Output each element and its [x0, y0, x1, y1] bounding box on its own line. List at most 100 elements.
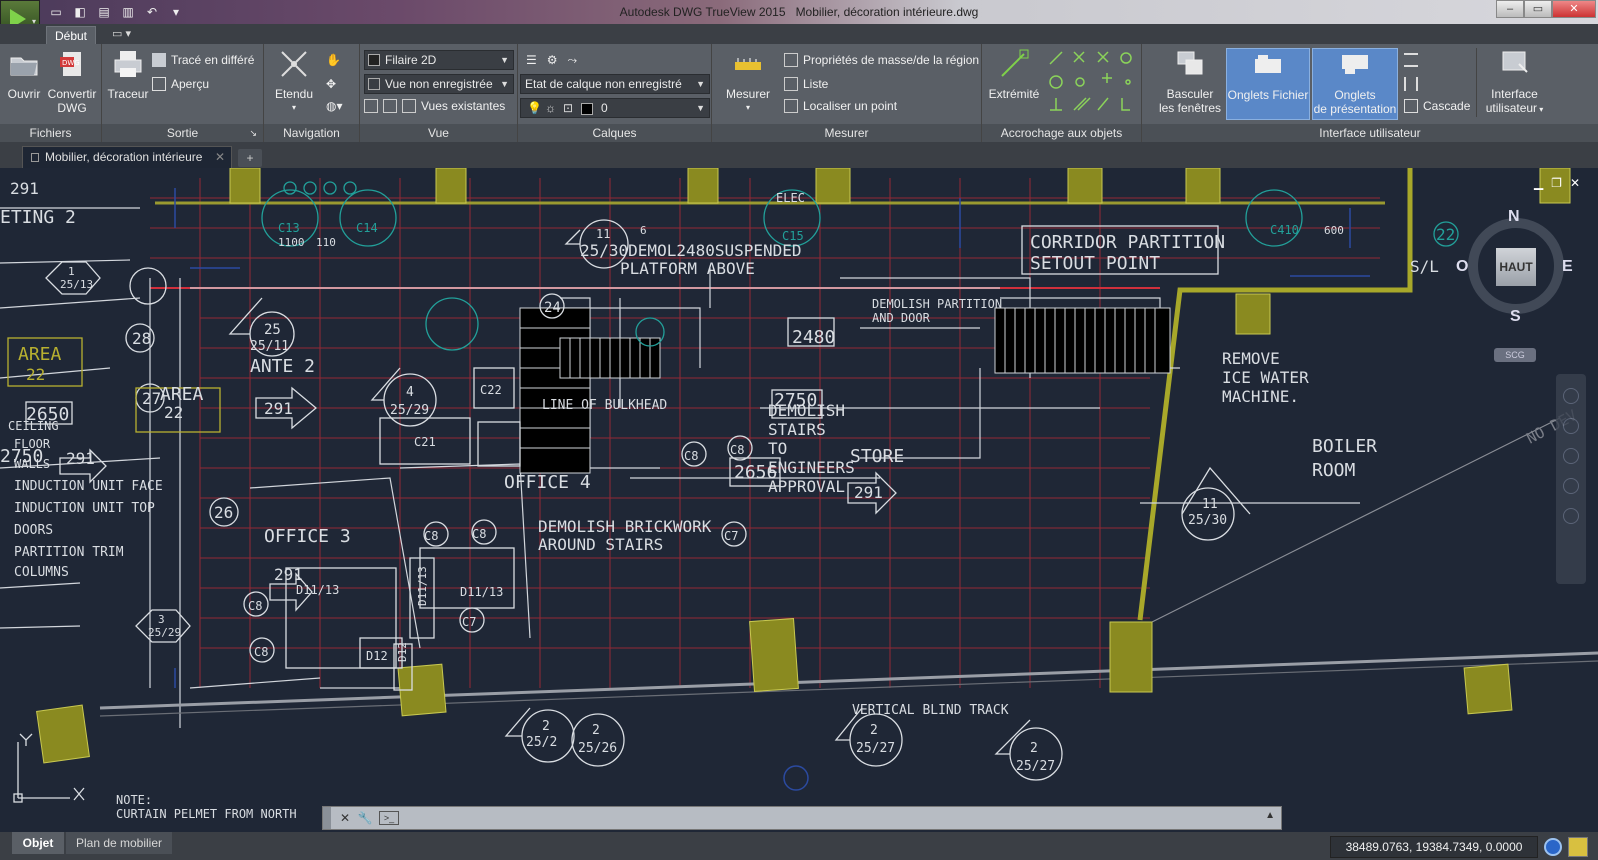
convertir-dwg-button[interactable]: DWG Convertir DWG: [44, 48, 100, 115]
ouvrir-button[interactable]: Ouvrir: [4, 48, 44, 101]
compass-south[interactable]: S: [1510, 308, 1521, 326]
extremite-label: Extrémité: [988, 87, 1040, 101]
label-area-b: AREA: [160, 384, 204, 405]
zoom-icon[interactable]: [1563, 448, 1579, 464]
basculer-fenetres-button[interactable]: Basculer les fenêtres: [1156, 48, 1224, 115]
command-line-grip[interactable]: [323, 807, 331, 829]
compass-north[interactable]: N: [1508, 208, 1520, 226]
document-tab[interactable]: Mobilier, décoration intérieure ✕: [22, 146, 232, 168]
viewcube-face-top[interactable]: HAUT: [1496, 248, 1536, 286]
maximize-button[interactable]: ▭: [1524, 0, 1552, 18]
new-tab-button[interactable]: +: [238, 149, 262, 167]
wcs-menu[interactable]: SCG: [1494, 348, 1536, 362]
communication-center-icon[interactable]: [1544, 838, 1562, 856]
current-layer-dropdown[interactable]: 💡 ☼ ⊡ 0 ▼: [520, 98, 710, 118]
open-icon[interactable]: ▭: [46, 3, 66, 21]
customize-wrench-icon[interactable]: 🔧: [357, 810, 373, 826]
trace-differe-button[interactable]: Tracé en différé: [152, 50, 254, 70]
layout-tab-model[interactable]: Objet: [12, 832, 64, 854]
named-view-dropdown[interactable]: Vue non enregistrée ▼: [364, 74, 514, 94]
convert-icon[interactable]: ◧: [70, 3, 90, 21]
onglets-fichier-button[interactable]: Onglets Fichier: [1226, 48, 1310, 120]
dim-2656: 2656: [734, 462, 777, 483]
printer-icon: [114, 51, 142, 77]
drawing-canvas[interactable]: CORRIDOR PARTITION SETOUT POINT DEMOLISH…: [0, 168, 1598, 832]
layout-tabs-icon: [1342, 55, 1368, 74]
command-prompt-icon[interactable]: >_: [379, 811, 399, 825]
layer-state-dropdown[interactable]: Etat de calque non enregistré ▼: [520, 74, 710, 94]
vues-existantes-button[interactable]: Vues existantes: [364, 96, 505, 116]
qat-dropdown-icon[interactable]: ▾: [166, 3, 186, 21]
undo-icon[interactable]: ↶: [142, 3, 162, 21]
chevron-down-icon: ▼: [696, 79, 705, 89]
showmotion-icon[interactable]: [1563, 508, 1579, 524]
layout-tab-plan[interactable]: Plan de mobilier: [66, 832, 172, 854]
sec-2-d-ref: 25/2: [526, 735, 557, 750]
tag-c15: C15: [782, 229, 804, 243]
tab-debut[interactable]: Début: [46, 26, 96, 44]
cascade-button[interactable]: Cascade: [1404, 96, 1470, 116]
drawing-svg: CORRIDOR PARTITION SETOUT POINT DEMOLISH…: [0, 168, 1598, 821]
sec-2-d: 2: [542, 719, 550, 734]
svg-text:DWG: DWG: [62, 59, 80, 67]
steering-wheel-icon[interactable]: [1563, 388, 1579, 404]
tag-d12-b: D12: [396, 642, 409, 662]
compass-east[interactable]: E: [1562, 258, 1573, 276]
basculer-label: Basculer: [1166, 87, 1214, 101]
interface-utilisateur-button[interactable]: Interface utilisateur ▾: [1476, 48, 1552, 117]
layer-properties-icon[interactable]: ☰: [526, 53, 537, 67]
hand-icon: ✋: [326, 53, 341, 67]
mesurer-button[interactable]: Mesurer ▾: [718, 48, 778, 115]
traceur-button[interactable]: Traceur: [104, 48, 152, 101]
tag-c13: C13: [278, 221, 300, 235]
ribbon-options-icon[interactable]: ▭ ▾: [112, 27, 131, 40]
liste-button[interactable]: Liste: [784, 74, 828, 94]
label-and-door: AND DOOR: [872, 311, 931, 325]
sec-11-top: 11: [596, 227, 610, 241]
sec-1: 1: [68, 265, 75, 278]
panel-fichiers: Ouvrir DWG Convertir DWG Fichiers: [0, 44, 102, 142]
pan-button[interactable]: ✋: [326, 50, 341, 70]
steering-wheel-button[interactable]: ◍▾: [326, 96, 343, 116]
snap-tools-grid[interactable]: [1046, 50, 1138, 118]
localiser-button[interactable]: Localiser un point: [784, 96, 897, 116]
close-command-line-icon[interactable]: ✕: [337, 810, 353, 826]
chevron-down-icon: ▾: [1537, 105, 1544, 114]
tag-d11-13-a: D11/13: [296, 583, 339, 597]
tile-vertical-button[interactable]: [1404, 74, 1418, 94]
tile-horizontal-button[interactable]: [1404, 50, 1418, 70]
viewport-restore-icon[interactable]: ❐: [1551, 176, 1562, 190]
steering-wheel-icon: ◍▾: [326, 99, 343, 113]
proprietes-button[interactable]: Propriétés de masse/de la région: [784, 50, 979, 70]
orbit-button[interactable]: ✥: [326, 74, 336, 94]
pan-icon[interactable]: [1563, 418, 1579, 434]
tag-c22: C22: [480, 383, 502, 397]
batch-plot-icon[interactable]: ▥: [118, 3, 138, 21]
viewport-close-icon[interactable]: ✕: [1570, 176, 1580, 190]
orbit-icon[interactable]: [1563, 478, 1579, 494]
viewcube[interactable]: HAUT N S E O: [1456, 208, 1573, 325]
layer-isolate-icon[interactable]: ⚙: [547, 53, 558, 67]
close-button[interactable]: ✕: [1552, 0, 1596, 18]
apercu-button[interactable]: Aperçu: [152, 74, 209, 94]
status-bar: Objet Plan de mobilier 38489.0763, 19384…: [0, 832, 1598, 860]
label-demolish-brickwork: DEMOLISH BRICKWORK: [538, 517, 712, 536]
viewport-minimize-icon[interactable]: ▁: [1534, 176, 1543, 190]
tag-c8-b: C8: [730, 443, 744, 457]
sec-2-a: 2: [592, 723, 600, 738]
etendu-button[interactable]: Etendu ▾: [270, 48, 318, 115]
compass-west[interactable]: O: [1456, 258, 1468, 276]
close-tab-icon[interactable]: ✕: [215, 147, 225, 167]
plot-icon[interactable]: ▤: [94, 3, 114, 21]
extremite-button[interactable]: Extrémité: [986, 48, 1042, 101]
command-line[interactable]: ✕ 🔧 >_ ▲: [322, 806, 1282, 830]
onglets-presentation-button[interactable]: Onglets de présentation: [1312, 48, 1398, 120]
customization-icon[interactable]: [1568, 837, 1588, 857]
visual-style-dropdown[interactable]: Filaire 2D ▼: [364, 50, 514, 70]
command-history-icon[interactable]: ▲: [1265, 810, 1275, 821]
panel-expand-icon[interactable]: ↘: [249, 124, 257, 142]
sun-icon: ☼: [545, 101, 556, 115]
minimize-button[interactable]: –: [1496, 0, 1524, 18]
layer-match-icon[interactable]: ⤳: [568, 53, 578, 68]
num-291-b: 291: [264, 399, 293, 418]
